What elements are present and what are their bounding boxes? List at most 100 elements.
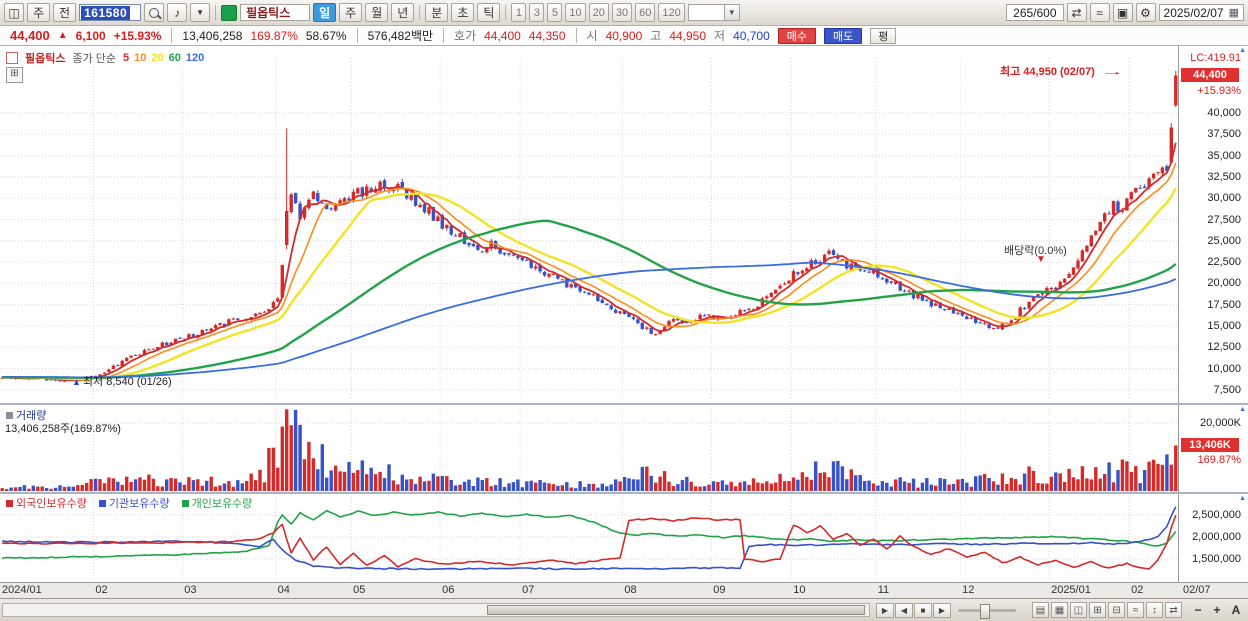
- panel-collapse-arrow[interactable]: ▲: [1239, 406, 1246, 413]
- ma-legend-values: 5 10 20 60 120: [123, 52, 209, 64]
- volume-pct: 169.87%: [250, 28, 298, 43]
- price-change: 6,100: [75, 28, 106, 43]
- open-price: 40,900: [605, 28, 643, 43]
- scrollbar-handle[interactable]: [487, 605, 865, 615]
- price-axis-label: 17,500: [1207, 298, 1241, 311]
- time-axis-label: 03: [184, 584, 197, 596]
- grid-icon[interactable]: ▦: [1051, 602, 1068, 618]
- chart-area: 필옵틱스 종가 단순 5 10 20 60 120 ⊞ 최고 44,950 (02/07…: [0, 46, 1248, 598]
- bottom-bar: ▶ ◀ ■ ▶ ▤ ▦ ◫ ⊞ ⊟ ≈ ↕ ⇄ − + A: [0, 598, 1248, 621]
- interval-5-button[interactable]: 5: [547, 3, 563, 22]
- ma-window-label: 120: [185, 52, 205, 64]
- interval-120-button[interactable]: 120: [658, 3, 685, 22]
- scroll-left-button[interactable]: ◀: [895, 603, 913, 618]
- price-axis-label: 20,000: [1207, 277, 1241, 290]
- period-month-button[interactable]: 월: [365, 3, 389, 22]
- scroll-right-button[interactable]: ▶: [933, 603, 951, 618]
- time-axis-label: 10: [793, 584, 806, 596]
- high-annotation-text: 최고 44,950 (02/07): [1000, 66, 1095, 78]
- volume-chart[interactable]: [0, 405, 1178, 495]
- settings-gear-icon[interactable]: ⚙: [1135, 3, 1156, 22]
- legend-swatch-icon: [181, 499, 189, 507]
- stop-button[interactable]: ■: [914, 603, 932, 618]
- holdings-axis-label: 2,000,000: [1192, 531, 1241, 543]
- week-shortcut-button[interactable]: 주: [27, 3, 51, 22]
- prev-stock-button[interactable]: 전: [53, 3, 77, 22]
- period-minute-button[interactable]: 분: [425, 3, 449, 22]
- price-axis-label: 30,000: [1207, 192, 1241, 205]
- price-axis: ▲ 40,000 37,500 35,000 32,500 30,000 27,500 25…: [1178, 46, 1248, 403]
- indicator-icon[interactable]: ≈: [1127, 602, 1144, 618]
- interval-select[interactable]: ▼: [687, 4, 740, 21]
- price-axis-label: 25,000: [1207, 234, 1241, 247]
- holdings-legend-item: 외국인보유수량: [6, 495, 87, 511]
- zoom-out-button[interactable]: −: [1190, 602, 1206, 618]
- holdings-axis-label: 1,500,000: [1192, 553, 1241, 565]
- search-icon[interactable]: [144, 3, 165, 22]
- zoom-slider[interactable]: [958, 604, 1016, 619]
- zoom-slider-knob[interactable]: [980, 604, 990, 619]
- sell-button[interactable]: 매도: [824, 27, 863, 44]
- interval-3-button[interactable]: 3: [529, 3, 545, 22]
- interval-30-button[interactable]: 30: [611, 3, 633, 22]
- chevron-glyph: ▼: [196, 8, 205, 17]
- split-view-icon[interactable]: ◫: [1070, 602, 1087, 618]
- data-grid-icon[interactable]: ⊞: [6, 67, 23, 83]
- avg-button[interactable]: 평: [870, 27, 897, 44]
- chart-style-icon[interactable]: ▤: [1032, 602, 1049, 618]
- draw-tools-icon[interactable]: ≈: [1089, 3, 1110, 22]
- save-icon[interactable]: ▣: [1112, 3, 1133, 22]
- low-annotation-text: 최저 8,540 (01/26): [82, 376, 172, 388]
- price-axis-label: 22,500: [1207, 256, 1241, 269]
- expand-vertical-icon[interactable]: ↕: [1146, 602, 1163, 618]
- interval-10-button[interactable]: 10: [565, 3, 586, 22]
- price-axis-label: 12,500: [1207, 341, 1241, 354]
- sound-alert-icon[interactable]: ♪: [167, 3, 188, 22]
- date-value: 2025/02/07: [1163, 5, 1224, 20]
- separator: [419, 5, 421, 20]
- bar-count-display[interactable]: 265/600: [1006, 4, 1064, 21]
- autoplay-button[interactable]: ▶: [876, 603, 894, 618]
- period-week-button[interactable]: 주: [339, 3, 363, 22]
- separator: [171, 28, 173, 43]
- time-axis-label: 2025/01: [1051, 584, 1091, 596]
- panel-collapse-arrow[interactable]: ▲: [1239, 495, 1246, 502]
- buy-button[interactable]: 매수: [777, 27, 817, 44]
- high-label: 고: [650, 29, 662, 43]
- stock-chart-window: ◫ 주 전 161580 ♪ ▼ 필옵틱스 일 주 월 년 분 초 틱 1 3 …: [0, 0, 1248, 621]
- compare-icon[interactable]: ⇄: [1066, 3, 1087, 22]
- chart-menu-icon[interactable]: ◫: [4, 3, 24, 22]
- separator: [505, 5, 507, 20]
- period-day-button[interactable]: 일: [313, 3, 337, 22]
- remove-panel-icon[interactable]: ⊟: [1108, 602, 1125, 618]
- calendar-icon[interactable]: ▦: [1229, 6, 1239, 19]
- chevron-down-icon[interactable]: ▼: [190, 3, 211, 22]
- scroll-nav-buttons: ▶ ◀ ■ ▶: [876, 603, 951, 618]
- interval-60-button[interactable]: 60: [635, 3, 656, 22]
- holdings-legend-text: 외국인보유수량: [16, 498, 87, 510]
- add-panel-icon[interactable]: ⊞: [1089, 602, 1106, 618]
- time-axis-label: 09: [713, 584, 726, 596]
- period-year-button[interactable]: 년: [391, 3, 415, 22]
- hoga-label: 호가: [454, 29, 477, 43]
- separator: [443, 28, 445, 43]
- time-axis-label: 05: [353, 584, 366, 596]
- price-chart[interactable]: [0, 46, 1178, 406]
- chart-scrollbar[interactable]: [2, 603, 870, 617]
- magnifier-glyph: [149, 7, 160, 18]
- interval-20-button[interactable]: 20: [588, 3, 609, 22]
- stock-code-input[interactable]: 161580: [79, 4, 142, 21]
- stock-code-value: 161580: [81, 5, 131, 20]
- up-arrow-icon: ▲: [57, 30, 68, 41]
- period-tick-button[interactable]: 틱: [477, 3, 501, 22]
- trade-amount: 576,482백만: [367, 29, 434, 43]
- auto-scale-button[interactable]: A: [1228, 602, 1244, 618]
- save-glyph: ▣: [1116, 5, 1129, 20]
- compare-chart-icon[interactable]: ⇄: [1165, 602, 1182, 618]
- date-picker[interactable]: 2025/02/07 ▦: [1158, 4, 1244, 21]
- time-axis-label: 12: [962, 584, 975, 596]
- interval-1-button[interactable]: 1: [511, 3, 527, 22]
- period-second-button[interactable]: 초: [451, 3, 475, 22]
- volume-subtitle: 13,406,258주(169.87%): [5, 423, 121, 435]
- zoom-in-button[interactable]: +: [1209, 602, 1225, 618]
